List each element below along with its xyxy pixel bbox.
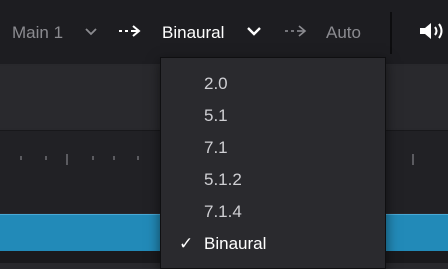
checkmark-icon: ✓: [179, 234, 194, 253]
menu-item-5-1[interactable]: 5.1: [204, 105, 228, 127]
format-dropdown[interactable]: Binaural: [162, 22, 224, 44]
ruler-tick: [113, 156, 115, 160]
menu-item-2-0[interactable]: 2.0: [204, 73, 228, 95]
menu-item-7-1[interactable]: 7.1: [204, 137, 228, 159]
ruler-tick: [92, 156, 94, 160]
format-dropdown-menu: 2.0 5.1 7.1 5.1.2 7.1.4 ✓ Binaural: [160, 57, 386, 269]
menu-item-7-1-4[interactable]: 7.1.4: [204, 201, 242, 223]
chevron-down-icon[interactable]: [84, 20, 98, 48]
bus-label[interactable]: Main 1: [12, 22, 63, 44]
menu-item-binaural[interactable]: Binaural: [204, 233, 266, 255]
dashed-arrow-right-icon: [284, 20, 308, 48]
ruler-tick: [66, 154, 68, 165]
ruler-tick: [137, 156, 139, 160]
menu-item-5-1-2[interactable]: 5.1.2: [204, 169, 242, 191]
ruler-tick: [45, 156, 47, 160]
dashed-arrow-right-icon: [118, 20, 142, 48]
ruler-tick: [20, 156, 22, 160]
speaker-icon[interactable]: [418, 20, 448, 48]
chevron-down-icon[interactable]: [246, 20, 262, 48]
toolbar-divider: [390, 12, 392, 54]
ruler-tick: [412, 154, 414, 165]
auto-label[interactable]: Auto: [326, 22, 361, 44]
